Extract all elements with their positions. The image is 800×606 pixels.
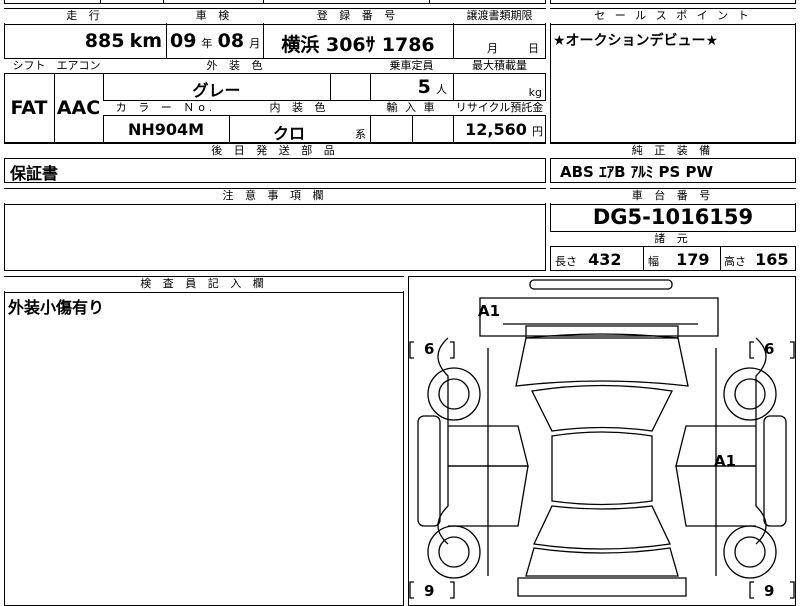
notes-header: 注 意 事 項 欄 xyxy=(4,189,546,203)
year-unit: 年 xyxy=(201,37,213,50)
recycle-value: 12,560 円 xyxy=(453,120,543,139)
max-load-header: 最大積載量 xyxy=(453,59,546,73)
transfer-deadline-header: 譲渡書類期限 xyxy=(453,9,546,23)
interior-color-value: クロ xyxy=(272,124,305,143)
capacity-unit: 人 xyxy=(436,83,447,96)
mileage-value: 885 km xyxy=(4,30,162,52)
recycle-unit: 円 xyxy=(532,125,543,138)
length-value: 432 xyxy=(588,250,622,269)
capacity-header: 乗車定員 xyxy=(370,59,453,73)
sales-point-box xyxy=(550,8,796,143)
color-no-header: カ ラ ー Ｎo. xyxy=(103,101,229,115)
inspector-box xyxy=(4,276,404,606)
inspector-header: 検 査 員 記 入 欄 xyxy=(4,277,404,291)
inspection-year: 09 xyxy=(170,30,197,52)
interior-color-header: 内 装 色 xyxy=(229,101,370,115)
length-label: 長さ xyxy=(555,255,577,268)
specs-header: 諸 元 xyxy=(550,232,796,246)
inspection-header: 車 検 xyxy=(166,9,263,23)
shipping-parts-header: 後 日 発 送 部 品 xyxy=(4,144,546,158)
height-value: 165 xyxy=(755,250,789,269)
mileage-unit: km xyxy=(129,30,162,52)
sales-point-text: ★オークションデビュー★ xyxy=(553,33,719,49)
transfer-month-unit: 月 xyxy=(487,42,498,55)
recycle-amount: 12,560 xyxy=(465,120,527,139)
width-value: 179 xyxy=(676,250,710,269)
sales-point-header: セ ー ル ス ポ イ ン ト xyxy=(550,9,796,23)
mileage-number: 885 xyxy=(84,30,125,52)
car-diagram: A1 A1 6 6 9 9 xyxy=(409,279,795,600)
recycle-header: リサイクル預託金 xyxy=(453,101,546,115)
color-no-value: NH904M xyxy=(127,120,205,139)
import-header: 輸 入 車 xyxy=(370,101,453,115)
width-label: 幅 xyxy=(648,255,659,268)
tire-fl-depth: 6 xyxy=(424,340,434,358)
inspection-month: 08 xyxy=(217,30,245,52)
interior-suffix: 系 xyxy=(355,128,366,141)
genuine-equipment-header: 純 正 装 備 xyxy=(550,144,796,158)
month-unit: 月 xyxy=(249,37,261,50)
tire-fr-depth: 6 xyxy=(764,340,774,358)
max-load-unit: kg xyxy=(528,86,542,99)
transfer-day-unit: 日 xyxy=(528,42,539,55)
exterior-color-value: グレー xyxy=(192,81,241,100)
exterior-color-header: 外 装 色 xyxy=(103,59,370,73)
inspector-notes-value: 外装小傷有り xyxy=(8,298,105,317)
shift-value: FAT xyxy=(10,97,48,119)
height-label: 高さ xyxy=(724,255,746,268)
capacity-number: 5 xyxy=(417,76,431,98)
registration-value: 横浜 306ｻ 1786 xyxy=(281,34,435,56)
width-cell: 幅 179 xyxy=(648,250,710,269)
tire-rl-depth: 9 xyxy=(424,582,434,600)
shift-header: シフト xyxy=(4,59,54,73)
mileage-header: 走 行 xyxy=(4,9,166,23)
genuine-equipment-value: ABS ｴｱB ｱﾙﾐ PS PW xyxy=(560,163,714,181)
capacity-value: 5 人 xyxy=(370,76,453,98)
length-cell: 長さ 432 xyxy=(555,250,622,269)
damage-mark-right: A1 xyxy=(714,452,736,470)
damage-mark-front: A1 xyxy=(478,302,500,320)
chassis-no-value: DG5-1016159 xyxy=(592,205,754,229)
shipping-parts-value: 保証書 xyxy=(10,164,59,183)
registration-header: 登 録 番 号 xyxy=(263,9,453,23)
inspection-value: 09 年 08 月 xyxy=(170,30,265,52)
aircon-value: AAC xyxy=(56,97,101,119)
chassis-no-header: 車 台 番 号 xyxy=(550,189,796,203)
aircon-header: エアコン xyxy=(54,59,103,73)
height-cell: 高さ 165 xyxy=(724,250,789,269)
tire-rr-depth: 9 xyxy=(764,582,774,600)
